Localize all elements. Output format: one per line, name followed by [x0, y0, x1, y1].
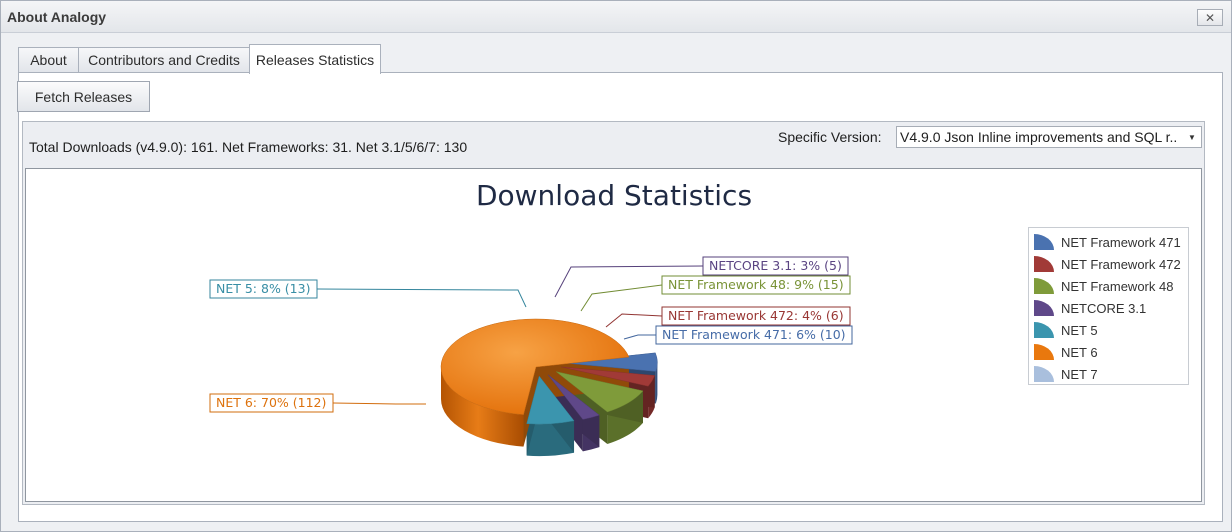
download-statistics-chart: Download Statistics NET Framework 471: 6…: [25, 168, 1202, 502]
legend-label: NET 5: [1061, 322, 1098, 338]
legend-label: NET Framework 48: [1061, 278, 1174, 294]
tab-contributors[interactable]: Contributors and Credits: [78, 47, 250, 72]
fetch-releases-button[interactable]: Fetch Releases: [17, 81, 150, 112]
tab-about[interactable]: About: [18, 47, 79, 72]
legend-label: NET 7: [1061, 366, 1098, 382]
leader-line: [623, 334, 656, 340]
data-label-net-framework-471: NET Framework 471: 6% (10): [662, 327, 846, 342]
chevron-down-icon[interactable]: ▼: [1183, 127, 1201, 147]
pie-group: [440, 318, 658, 457]
legend-swatch: [1034, 344, 1054, 360]
legend-label: NET 6: [1061, 344, 1098, 360]
chart-legend: NET Framework 471 NET Framework 472 NET Fr…: [1028, 227, 1189, 385]
legend-label: NET Framework 471: [1061, 234, 1181, 250]
tab-label: Contributors and Credits: [88, 52, 240, 68]
legend-item: NET Framework 471: [1033, 232, 1181, 252]
content: About Contributors and Credits Releases …: [11, 44, 1223, 522]
close-button[interactable]: ✕: [1197, 9, 1223, 26]
statistics-panel: Total Downloads (v4.9.0): 161. Net Frame…: [22, 121, 1205, 505]
close-icon: ✕: [1204, 10, 1216, 25]
data-label-net-framework-472: NET Framework 472: 4% (6): [668, 308, 844, 323]
legend-item: NET 5: [1033, 320, 1098, 340]
version-selected: V4.9.0 Json Inline improvements and SQL …: [900, 129, 1176, 145]
legend-item: NETCORE 3.1: [1033, 298, 1146, 318]
data-label-net-framework-48: NET Framework 48: 9% (15): [668, 277, 844, 292]
legend-swatch: [1034, 300, 1054, 316]
tab-releases-statistics[interactable]: Releases Statistics: [249, 44, 381, 74]
leader-line: [605, 313, 663, 328]
legend-item: NET Framework 48: [1033, 276, 1173, 296]
legend-swatch: [1034, 278, 1054, 294]
data-label-netcore-3-1: NETCORE 3.1: 3% (5): [709, 258, 842, 273]
about-window: About Analogy ✕ About Contributors and C…: [0, 0, 1232, 532]
leader-line: [332, 402, 426, 405]
legend-item: NET 6: [1033, 342, 1098, 362]
specific-version-label: Specific Version:: [778, 129, 882, 145]
legend-label: NETCORE 3.1: [1061, 300, 1147, 316]
legend-label: NET Framework 472: [1061, 256, 1181, 272]
data-label-net-6: NET 6: 70% (112): [216, 395, 326, 410]
legend-swatch: [1034, 322, 1054, 338]
legend-item: NET Framework 472: [1033, 254, 1181, 274]
legend-swatch: [1034, 366, 1054, 382]
legend-swatch: [1034, 234, 1054, 250]
version-dropdown[interactable]: V4.9.0 Json Inline improvements and SQL …: [896, 126, 1202, 148]
tab-label: Releases Statistics: [255, 51, 375, 68]
releases-statistics-page: Fetch Releases Total Downloads (v4.9.0):…: [17, 72, 1223, 522]
legend-swatch: [1034, 256, 1054, 272]
window-title: About Analogy: [7, 9, 107, 25]
leader-line: [580, 284, 663, 312]
leader-line: [316, 288, 527, 308]
data-label-net-5: NET 5: 8% (13): [216, 281, 310, 296]
legend-item: NET 7: [1033, 364, 1098, 384]
title-bar: About Analogy ✕: [1, 1, 1231, 33]
chart-canvas: Download Statistics NET Framework 471: 6…: [209, 179, 853, 457]
downloads-summary: Total Downloads (v4.9.0): 161. Net Frame…: [29, 139, 468, 155]
tab-label: About: [30, 52, 67, 68]
chart-title: Download Statistics: [476, 179, 752, 212]
